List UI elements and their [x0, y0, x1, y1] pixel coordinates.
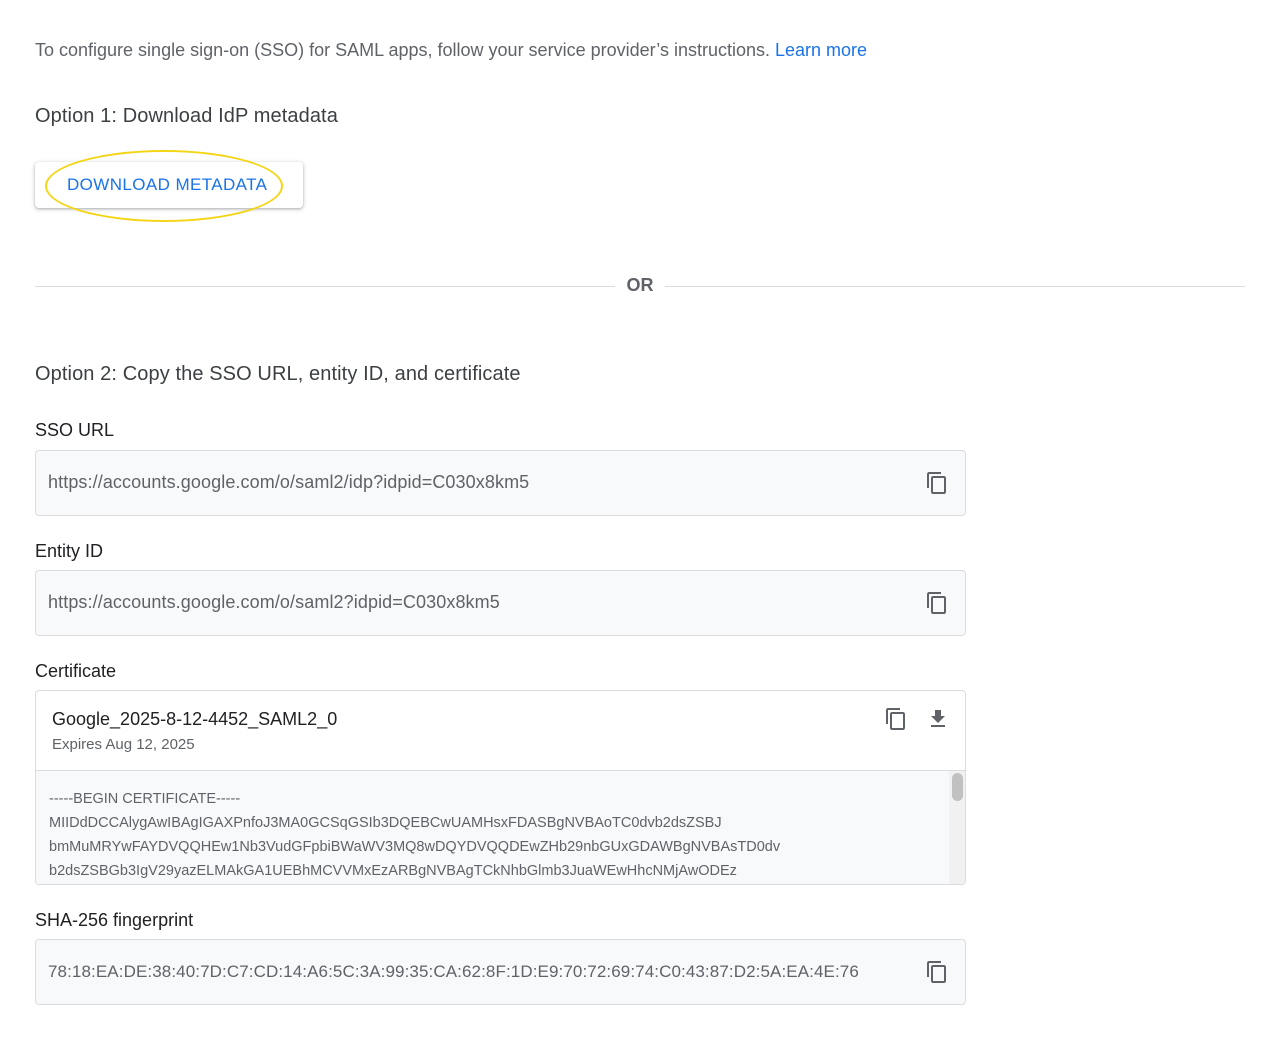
- certificate-line: MIIDdDCCAlygAwIBAgIGAXPnfoJ3MA0GCSqGSIb3…: [49, 815, 722, 831]
- divider-line-left: [35, 286, 615, 287]
- certificate-name: Google_2025-8-12-4452_SAML2_0: [52, 709, 338, 729]
- certificate-label: Certificate: [35, 661, 117, 681]
- fingerprint-field: 78:18:EA:DE:38:40:7D:C7:CD:14:A6:5C:3A:9…: [35, 939, 966, 1005]
- certificate-scrollbar[interactable]: [949, 771, 965, 884]
- fingerprint-value[interactable]: 78:18:EA:DE:38:40:7D:C7:CD:14:A6:5C:3A:9…: [48, 962, 859, 982]
- or-divider: OR: [35, 272, 1245, 300]
- download-metadata-label: DOWNLOAD METADATA: [67, 175, 268, 194]
- certificate-card: Google_2025-8-12-4452_SAML2_0 Expires Au…: [35, 690, 966, 885]
- copy-icon: [927, 961, 946, 983]
- certificate-expiry: Expires Aug 12, 2025: [52, 736, 195, 753]
- certificate-text-area[interactable]: -----BEGIN CERTIFICATE----- MIIDdDCCAlyg…: [36, 770, 965, 884]
- divider-line-right: [665, 286, 1245, 287]
- copy-icon: [886, 708, 905, 730]
- certificate-lines: -----BEGIN CERTIFICATE----- MIIDdDCCAlyg…: [49, 787, 780, 883]
- intro-text: To configure single sign-on (SSO) for SA…: [35, 40, 867, 61]
- certificate-line: bmMuMRYwFAYDVQQHEw1Nb3VudGFpbiBWaWV3MQ8w…: [49, 839, 781, 855]
- download-certificate-button[interactable]: [926, 707, 950, 731]
- copy-fingerprint-button[interactable]: [925, 960, 949, 984]
- sso-url-value[interactable]: https://accounts.google.com/o/saml2/idp?…: [48, 472, 529, 493]
- scrollbar-thumb[interactable]: [952, 773, 963, 801]
- sso-url-field: https://accounts.google.com/o/saml2/idp?…: [35, 450, 966, 516]
- option2-heading: Option 2: Copy the SSO URL, entity ID, a…: [35, 363, 521, 385]
- certificate-line: b2dsZSBGb3IgV29yazELMAkGA1UEBhMCVVMxEzAR…: [49, 863, 737, 879]
- entity-id-value[interactable]: https://accounts.google.com/o/saml2?idpi…: [48, 592, 500, 613]
- entity-id-field: https://accounts.google.com/o/saml2?idpi…: [35, 570, 966, 636]
- entity-id-label: Entity ID: [35, 541, 104, 561]
- certificate-line: -----BEGIN CERTIFICATE-----: [49, 791, 241, 807]
- or-label: OR: [626, 275, 654, 295]
- option1-heading: Option 1: Download IdP metadata: [35, 105, 338, 127]
- copy-certificate-button[interactable]: [884, 707, 908, 731]
- learn-more-link[interactable]: Learn more: [775, 40, 867, 60]
- copy-icon: [927, 592, 946, 614]
- sso-url-label: SSO URL: [35, 420, 115, 440]
- copy-icon: [927, 472, 946, 494]
- download-metadata-button[interactable]: DOWNLOAD METADATA: [35, 162, 303, 208]
- download-icon: [931, 710, 945, 727]
- copy-entity-id-button[interactable]: [925, 591, 949, 615]
- copy-sso-url-button[interactable]: [925, 471, 949, 495]
- intro-description: To configure single sign-on (SSO) for SA…: [35, 40, 770, 60]
- fingerprint-label: SHA-256 fingerprint: [35, 910, 194, 930]
- saml-sso-setup-page: To configure single sign-on (SSO) for SA…: [0, 0, 1280, 1040]
